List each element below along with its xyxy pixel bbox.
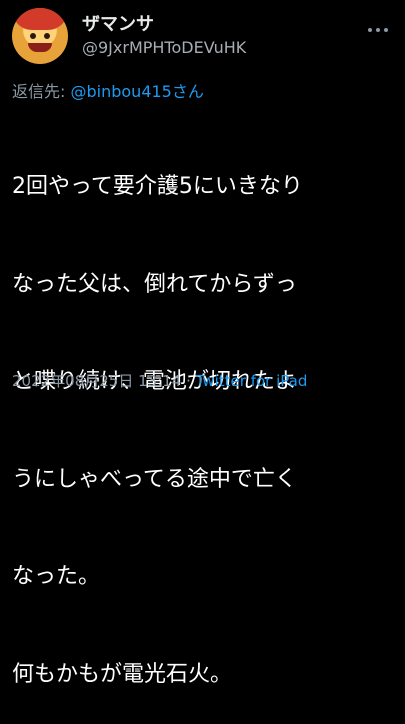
- avatar-hat: [12, 8, 68, 30]
- tweet-text: 2回やって要介護5にいきなり なった父は、倒れてからずっ と喋り続け、電池が切れ…: [12, 106, 397, 724]
- avatar-mouth: [28, 43, 52, 52]
- avatar-eye-right: [44, 33, 50, 39]
- reply-prefix: 返信先:: [12, 82, 71, 101]
- display-name[interactable]: ザマンサ: [82, 10, 154, 36]
- tweet-text-line: なった父は、倒れてからずっ: [12, 271, 297, 297]
- timestamp-link[interactable]: 2022年08月25日 13:14: [12, 372, 181, 390]
- more-icon[interactable]: [366, 18, 390, 42]
- tweet-text-line: なった。: [12, 564, 101, 589]
- avatar[interactable]: [12, 8, 68, 64]
- tweet-text-line: 2回やって要介護5にいきなり: [12, 174, 303, 199]
- user-handle[interactable]: @9JxrMPHToDEVuHK: [82, 38, 246, 57]
- tweet-text-line: 何もかもが電光石火。: [12, 661, 233, 687]
- meta-separator: ·: [181, 372, 196, 390]
- avatar-eye-left: [30, 33, 36, 39]
- tweet-meta: 2022年08月25日 13:14 · Twitter for iPad: [12, 370, 307, 391]
- reply-context: 返信先: @binbou415さん: [12, 78, 204, 102]
- source-link[interactable]: Twitter for iPad: [196, 372, 308, 390]
- tweet-header: ザマンサ @9JxrMPHToDEVuHK: [12, 8, 392, 68]
- tweet-text-line: うにしゃべってる途中で亡く: [12, 466, 297, 492]
- reply-mention-link[interactable]: @binbou415さん: [70, 82, 203, 101]
